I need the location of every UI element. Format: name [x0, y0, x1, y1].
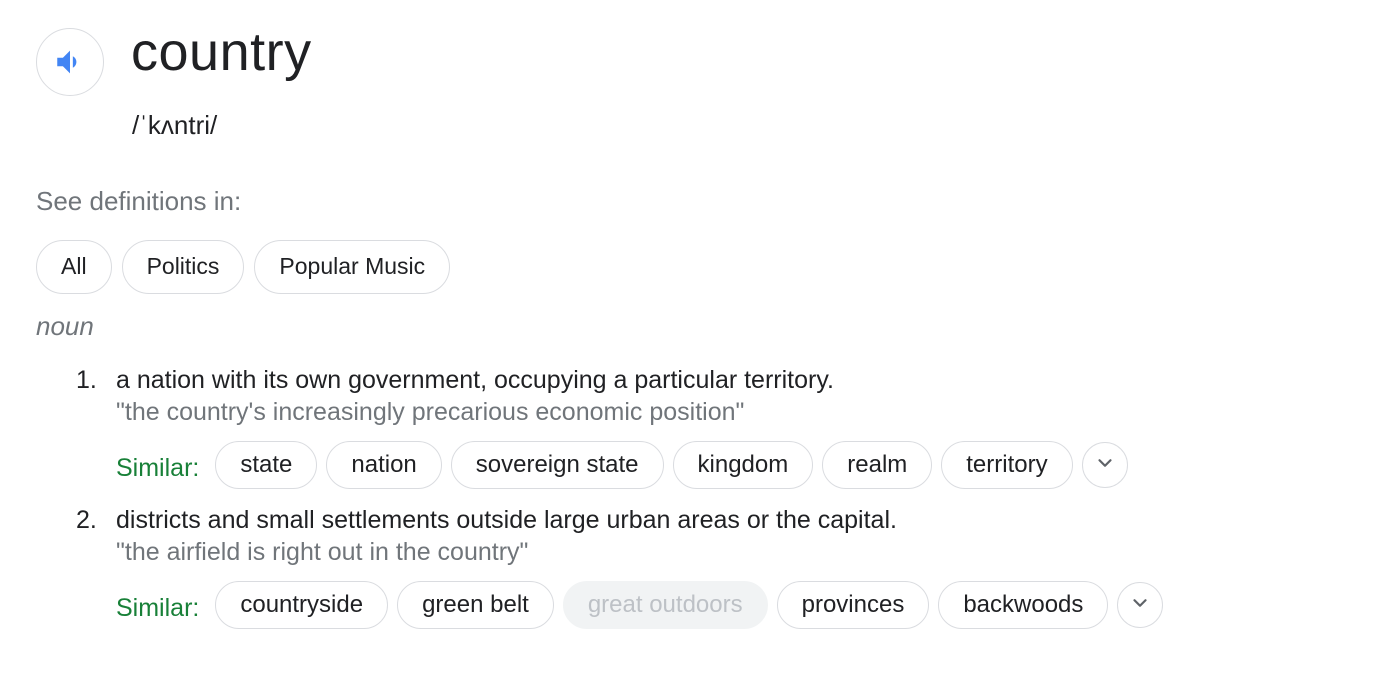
similar-chip-territory[interactable]: territory — [941, 441, 1073, 489]
similar-chip-state[interactable]: state — [215, 441, 318, 489]
pronunciation-button[interactable] — [36, 28, 104, 96]
similar-chip-provinces[interactable]: provinces — [776, 581, 930, 629]
phonetic-spelling: /ˈkʌntri/ — [132, 110, 218, 140]
similar-chip-backwoods[interactable]: backwoods — [938, 581, 1109, 629]
similar-label: Similar: — [116, 453, 200, 482]
chevron-down-icon — [1129, 592, 1151, 619]
similar-chip-realm[interactable]: realm — [822, 441, 933, 489]
sense-number: 2. — [76, 506, 97, 534]
similar-chip-sovereign-state[interactable]: sovereign state — [450, 441, 664, 489]
speaker-icon — [53, 45, 87, 79]
similar-words-row: Similar: countryside green belt great ou… — [116, 581, 1164, 629]
similar-chip-green-belt[interactable]: green belt — [397, 581, 554, 629]
similar-words-row: Similar: state nation sovereign state ki… — [116, 441, 1128, 489]
category-chip-all[interactable]: All — [36, 240, 112, 294]
sense-number: 1. — [76, 366, 97, 394]
similar-label: Similar: — [116, 593, 200, 622]
see-definitions-label: See definitions in: — [36, 186, 242, 216]
category-chip-popular-music[interactable]: Popular Music — [254, 240, 451, 294]
expand-similar-button[interactable] — [1117, 582, 1164, 628]
expand-similar-button[interactable] — [1081, 442, 1128, 488]
sense-example: "the airfield is right out in the countr… — [116, 538, 529, 566]
similar-chip-nation[interactable]: nation — [326, 441, 442, 489]
category-chip-politics[interactable]: Politics — [121, 240, 245, 294]
definition-category-chips: All Politics Popular Music — [36, 240, 451, 294]
sense-definition: districts and small settlements outside … — [116, 506, 897, 534]
headword: country — [131, 22, 312, 82]
similar-chip-great-outdoors: great outdoors — [562, 581, 768, 629]
similar-chip-countryside[interactable]: countryside — [215, 581, 389, 629]
part-of-speech: noun — [36, 311, 94, 341]
chevron-down-icon — [1094, 452, 1116, 479]
similar-chip-kingdom[interactable]: kingdom — [672, 441, 814, 489]
sense-definition: a nation with its own government, occupy… — [116, 366, 834, 394]
sense-example: "the country's increasingly precarious e… — [116, 398, 745, 426]
